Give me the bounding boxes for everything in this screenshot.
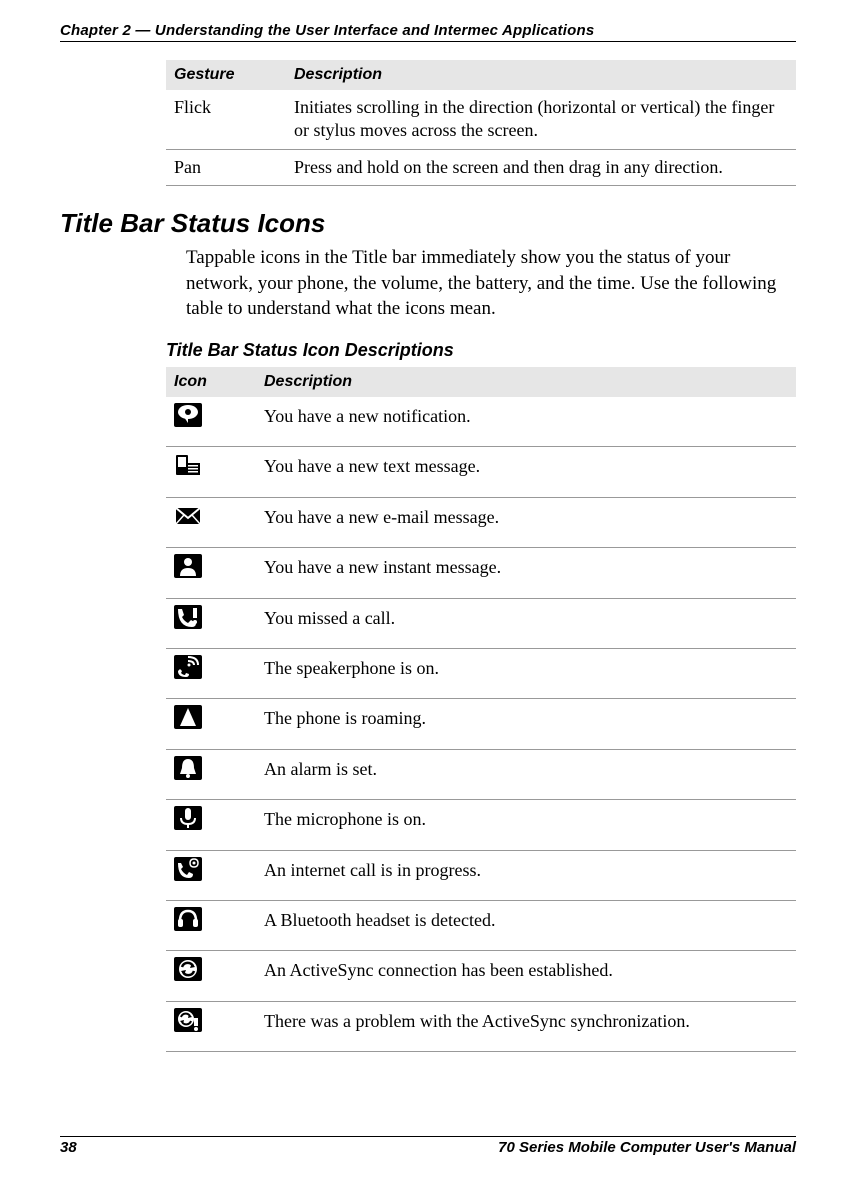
table-row: Pan Press and hold on the screen and the… [166, 149, 796, 185]
instant-message-icon [166, 548, 256, 598]
table-row: You have a new e-mail message. [166, 497, 796, 547]
gesture-name: Pan [166, 149, 286, 185]
table-row: The speakerphone is on. [166, 649, 796, 699]
microphone-icon [166, 800, 256, 850]
icon-desc: You have a new notification. [256, 397, 796, 447]
gesture-table: Gesture Description Flick Initiates scro… [166, 60, 796, 186]
table-row: You have a new text message. [166, 447, 796, 497]
chapter-header: Chapter 2 — Understanding the User Inter… [60, 22, 796, 42]
text-message-icon [166, 447, 256, 497]
notification-icon [166, 397, 256, 447]
table-row: An ActiveSync connection has been establ… [166, 951, 796, 1001]
table-row: The microphone is on. [166, 800, 796, 850]
icon-desc: There was a problem with the ActiveSync … [256, 1001, 796, 1051]
missed-call-icon [166, 598, 256, 648]
icon-desc: You have a new instant message. [256, 548, 796, 598]
icon-desc: The phone is roaming. [256, 699, 796, 749]
table-row: There was a problem with the ActiveSync … [166, 1001, 796, 1051]
table-row: An internet call is in progress. [166, 850, 796, 900]
section-title: Title Bar Status Icons [60, 208, 796, 239]
icon-header-col2: Description [256, 367, 796, 397]
icon-desc: You have a new e-mail message. [256, 497, 796, 547]
page-number: 38 [60, 1139, 77, 1156]
email-icon [166, 497, 256, 547]
subsection-title: Title Bar Status Icon Descriptions [166, 340, 796, 361]
icon-desc: You missed a call. [256, 598, 796, 648]
icon-desc: The microphone is on. [256, 800, 796, 850]
icon-desc: An alarm is set. [256, 749, 796, 799]
gesture-desc: Initiates scrolling in the direction (ho… [286, 90, 796, 149]
activesync-error-icon [166, 1001, 256, 1051]
table-row: The phone is roaming. [166, 699, 796, 749]
icon-desc: A Bluetooth headset is detected. [256, 901, 796, 951]
table-row: An alarm is set. [166, 749, 796, 799]
icon-desc: An ActiveSync connection has been establ… [256, 951, 796, 1001]
alarm-icon [166, 749, 256, 799]
gesture-name: Flick [166, 90, 286, 149]
internet-call-icon [166, 850, 256, 900]
section-body: Tappable icons in the Title bar immediat… [186, 245, 796, 322]
speakerphone-icon [166, 649, 256, 699]
icon-desc: An internet call is in progress. [256, 850, 796, 900]
table-row: A Bluetooth headset is detected. [166, 901, 796, 951]
manual-title: 70 Series Mobile Computer User's Manual [498, 1139, 796, 1156]
icon-table: Icon Description You have a new notifica… [166, 367, 796, 1052]
table-row: You missed a call. [166, 598, 796, 648]
roaming-icon [166, 699, 256, 749]
table-row: You have a new notification. [166, 397, 796, 447]
gesture-desc: Press and hold on the screen and then dr… [286, 149, 796, 185]
table-row: You have a new instant message. [166, 548, 796, 598]
bluetooth-headset-icon [166, 901, 256, 951]
page-footer: 38 70 Series Mobile Computer User's Manu… [60, 1136, 796, 1156]
icon-desc: You have a new text message. [256, 447, 796, 497]
icon-desc: The speakerphone is on. [256, 649, 796, 699]
gesture-header-col1: Gesture [166, 60, 286, 90]
activesync-icon [166, 951, 256, 1001]
gesture-header-col2: Description [286, 60, 796, 90]
icon-header-col1: Icon [166, 367, 256, 397]
table-row: Flick Initiates scrolling in the directi… [166, 90, 796, 149]
